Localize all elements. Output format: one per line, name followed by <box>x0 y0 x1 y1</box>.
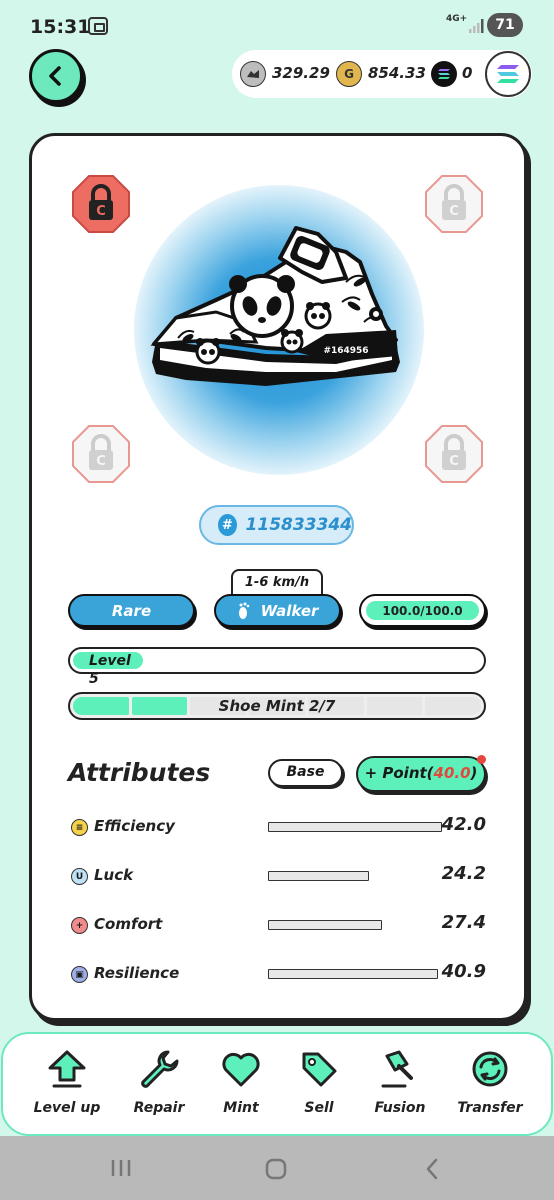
sell-button[interactable]: Sell <box>280 1048 358 1128</box>
transfer-cycle-icon <box>472 1051 508 1087</box>
attribute-bar <box>268 920 382 930</box>
sneaker-image: #164956 <box>150 226 400 386</box>
nav-label: Repair <box>133 1100 185 1116</box>
attribute-value: 42.0 <box>441 814 486 835</box>
fusion-button[interactable]: Fusion <box>361 1048 439 1128</box>
home-icon[interactable] <box>265 1158 287 1180</box>
nav-label: Level up <box>33 1100 101 1116</box>
base-button[interactable]: Base <box>268 759 343 787</box>
gst-token-icon <box>240 61 266 87</box>
durability-value: 100.0/100.0 <box>366 601 479 620</box>
point-close: ) <box>470 764 478 782</box>
point-label: + Point( <box>364 764 434 782</box>
attribute-row-efficiency: ≡ Efficiency 42.0 <box>68 814 486 840</box>
network-type: 4G+ <box>446 14 468 24</box>
attribute-value: 27.4 <box>441 912 486 933</box>
level-up-arrow-icon <box>48 1050 86 1088</box>
add-point-button[interactable]: + Point(40.0) <box>356 756 486 792</box>
gmt-balance: 854.33 <box>368 64 426 82</box>
attribute-row-luck: U Luck 24.2 <box>68 863 486 889</box>
durability-bar: 100.0/100.0 <box>359 594 486 627</box>
price-tag-icon <box>302 1052 337 1087</box>
attribute-name: Efficiency <box>94 817 175 835</box>
efficiency-icon: ≡ <box>71 819 88 836</box>
hash-icon: # <box>218 514 237 536</box>
level-up-button[interactable]: Level up <box>28 1048 106 1128</box>
repair-button[interactable]: Repair <box>120 1048 198 1128</box>
solana-icon <box>431 61 457 87</box>
svg-text:C: C <box>96 204 106 219</box>
point-value: 40.0 <box>433 764 471 782</box>
chevron-left-icon <box>49 66 61 86</box>
status-time: 15:31 <box>30 16 91 38</box>
attribute-bar <box>268 871 369 881</box>
nav-label: Sell <box>304 1100 334 1116</box>
battery-indicator: 71 <box>487 13 523 37</box>
nav-label: Fusion <box>374 1100 426 1116</box>
footprint-icon <box>238 602 249 619</box>
sneaker-serial: #164956 <box>323 346 368 356</box>
solana-icon <box>497 65 519 83</box>
type-pill: Walker <box>214 594 341 627</box>
back-button[interactable] <box>29 49 83 103</box>
svg-text:C: C <box>449 454 459 469</box>
gst-balance: 329.29 <box>272 64 330 82</box>
level-bar: Level 5 <box>68 647 486 687</box>
gem-socket-bottom-left[interactable]: C <box>71 424 131 484</box>
svg-text:C: C <box>96 454 106 469</box>
nav-label: Transfer <box>457 1100 523 1116</box>
resilience-icon: ▣ <box>71 966 88 983</box>
gem-socket-top-right[interactable]: C <box>424 174 484 234</box>
screen-record-icon <box>88 17 108 35</box>
gmt-token-icon: G <box>336 61 362 87</box>
attributes-title: Attributes <box>68 758 211 787</box>
back-icon[interactable] <box>424 1158 440 1180</box>
attribute-row-comfort: + Comfort 27.4 <box>68 912 486 938</box>
attribute-bar <box>268 822 442 832</box>
signal-icon <box>469 19 484 33</box>
attribute-name: Comfort <box>94 915 163 933</box>
svg-text:C: C <box>449 204 459 219</box>
attribute-name: Resilience <box>94 964 180 982</box>
gem-socket-bottom-right[interactable]: C <box>424 424 484 484</box>
gem-socket-top-left[interactable]: C <box>71 174 131 234</box>
comfort-icon: + <box>71 917 88 934</box>
mint-label: Shoe Mint 2/7 <box>218 697 336 715</box>
notification-dot <box>477 755 486 764</box>
attribute-value: 40.9 <box>441 961 486 982</box>
bottom-action-bar: Level up Repair Mint Sell Fusion Transfe… <box>1 1032 553 1136</box>
mint-button[interactable]: Mint <box>202 1048 280 1128</box>
chain-selector-button[interactable] <box>485 51 531 97</box>
recents-icon[interactable] <box>110 1158 132 1178</box>
attribute-name: Luck <box>94 866 134 884</box>
type-label: Walker <box>260 601 319 620</box>
attribute-row-resilience: ▣ Resilience 40.9 <box>68 961 486 987</box>
transfer-button[interactable]: Transfer <box>451 1048 529 1128</box>
hammer-icon <box>381 1050 413 1088</box>
attribute-bar <box>268 969 438 979</box>
sneaker-id: 115833344 <box>245 515 352 535</box>
sneaker-id-badge[interactable]: # 115833344 <box>199 505 354 545</box>
sol-balance: 0 <box>462 64 473 82</box>
heart-icon <box>222 1052 260 1087</box>
attribute-value: 24.2 <box>441 863 486 884</box>
system-navigation-bar <box>0 1136 554 1200</box>
luck-icon: U <box>71 868 88 885</box>
wrench-icon <box>141 1050 179 1088</box>
nav-label: Mint <box>223 1100 259 1116</box>
speed-range: 1-6 km/h <box>231 569 323 595</box>
rarity-pill: Rare <box>68 594 195 627</box>
level-label: Level 5 <box>73 652 143 687</box>
